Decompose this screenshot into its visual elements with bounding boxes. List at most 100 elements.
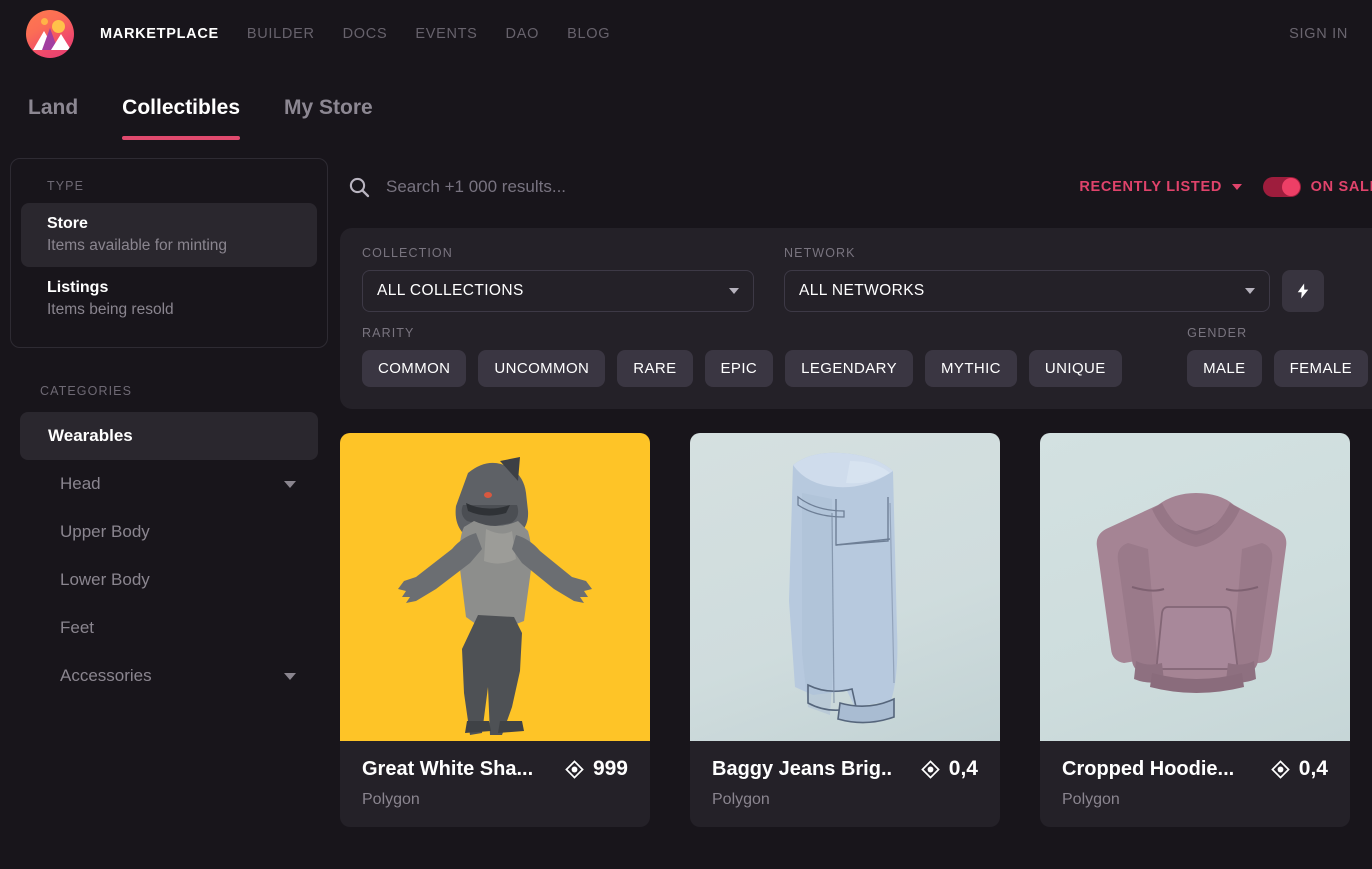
item-card-price-value: 999: [593, 757, 628, 781]
sidebar-type-store-subtitle: Items available for minting: [47, 237, 317, 255]
item-card[interactable]: Cropped Hoodie... 0,4 Polygon: [1040, 433, 1350, 827]
sort-dropdown[interactable]: RECENTLY LISTED: [1079, 179, 1242, 195]
rarity-pill-unique[interactable]: UNIQUE: [1029, 350, 1122, 387]
tab-my-store[interactable]: My Store: [284, 72, 373, 146]
sidebar-category-head[interactable]: Head: [20, 460, 318, 508]
item-card-top-row: Baggy Jeans Brig... 0,4: [712, 757, 978, 781]
sidebar-type-store-title: Store: [47, 215, 317, 233]
rarity-pill-uncommon[interactable]: UNCOMMON: [478, 350, 605, 387]
nav-link-builder[interactable]: BUILDER: [247, 26, 315, 42]
item-card-body: Baggy Jeans Brig... 0,4 Polygon: [690, 741, 1000, 827]
collection-select[interactable]: ALL COLLECTIONS: [362, 270, 754, 312]
item-card-image: [690, 433, 1000, 741]
collection-filter: COLLECTION ALL COLLECTIONS: [362, 246, 754, 312]
network-select[interactable]: ALL NETWORKS: [784, 270, 1270, 312]
sidebar-type-listings-title: Listings: [47, 279, 317, 297]
gender-pill-female[interactable]: FEMALE: [1274, 350, 1368, 387]
item-card-title: Great White Sha...: [362, 758, 533, 781]
sidebar-type-store[interactable]: Store Items available for minting: [21, 203, 317, 267]
logo-triangle-right: [51, 34, 71, 50]
sidebar-type-listings-subtitle: Items being resold: [47, 301, 317, 319]
rarity-pill-epic[interactable]: EPIC: [705, 350, 774, 387]
shark-avatar-artwork: [340, 433, 650, 741]
sidebar-category-accessories[interactable]: Accessories: [20, 652, 318, 700]
on-sale-switch[interactable]: [1263, 177, 1301, 197]
chevron-down-icon: [1232, 184, 1242, 190]
mana-token-icon: [565, 760, 584, 779]
chevron-down-icon: [284, 673, 296, 680]
item-card-price: 999: [565, 757, 628, 781]
collection-select-value: ALL COLLECTIONS: [377, 282, 524, 300]
section-tabs: Land Collectibles My Store: [0, 68, 1372, 150]
mana-token-icon: [1271, 760, 1290, 779]
sidebar-category-accessories-label: Accessories: [60, 666, 152, 686]
filters-row-selects: COLLECTION ALL COLLECTIONS NETWORK ALL N…: [362, 246, 1368, 312]
on-sale-switch-knob: [1282, 178, 1300, 196]
nav-link-docs[interactable]: DOCS: [343, 26, 388, 42]
item-card-network: Polygon: [362, 791, 628, 809]
sidebar-category-lower-body-label: Lower Body: [60, 570, 150, 590]
sort-dropdown-label: RECENTLY LISTED: [1079, 179, 1222, 195]
gender-pills: MALE FEMALE: [1187, 350, 1368, 387]
logo-circle: [26, 10, 74, 58]
search-input[interactable]: [386, 177, 986, 197]
sidebar-category-upper-body[interactable]: Upper Body: [20, 508, 318, 556]
logo-small-sun-icon: [41, 18, 48, 25]
item-card-price: 0,4: [921, 757, 978, 781]
item-card-network: Polygon: [1062, 791, 1328, 809]
rarity-pill-common[interactable]: COMMON: [362, 350, 466, 387]
main-content: RECENTLY LISTED ON SALE COLLECTION ALL C…: [340, 150, 1372, 827]
mana-token-icon: [921, 760, 940, 779]
gender-pill-male[interactable]: MALE: [1187, 350, 1261, 387]
cropped-hoodie-artwork: [1040, 433, 1350, 741]
filters-row-pills: RARITY COMMON UNCOMMON RARE EPIC LEGENDA…: [362, 326, 1368, 387]
sign-in-button[interactable]: SIGN IN: [1289, 26, 1348, 42]
item-card-image: [1040, 433, 1350, 741]
item-card-grid: Great White Sha... 999 Polygon: [340, 433, 1372, 827]
rarity-filter: RARITY COMMON UNCOMMON RARE EPIC LEGENDA…: [362, 326, 1134, 387]
nav-link-dao[interactable]: DAO: [506, 26, 540, 42]
nav-link-blog[interactable]: BLOG: [567, 26, 610, 42]
top-navigation-bar: MARKETPLACE BUILDER DOCS EVENTS DAO BLOG…: [0, 0, 1372, 68]
categories-section-label: CATEGORIES: [40, 384, 340, 398]
item-card-body: Cropped Hoodie... 0,4 Polygon: [1040, 741, 1350, 827]
on-sale-toggle[interactable]: ON SALE: [1263, 177, 1372, 197]
filters-panel: COLLECTION ALL COLLECTIONS NETWORK ALL N…: [340, 228, 1372, 409]
network-select-value: ALL NETWORKS: [799, 282, 925, 300]
logo-base: [30, 49, 70, 54]
lightning-bolt-icon: [1294, 282, 1312, 300]
rarity-pills: COMMON UNCOMMON RARE EPIC LEGENDARY MYTH…: [362, 350, 1134, 387]
sidebar-category-wearables[interactable]: Wearables: [20, 412, 318, 460]
rarity-pill-rare[interactable]: RARE: [617, 350, 692, 387]
lightning-bolt-button[interactable]: [1282, 270, 1324, 312]
decentraland-logo[interactable]: [26, 10, 74, 58]
rarity-filter-label: RARITY: [362, 326, 1134, 340]
item-card-top-row: Cropped Hoodie... 0,4: [1062, 757, 1328, 781]
sidebar-category-feet[interactable]: Feet: [20, 604, 318, 652]
network-filter: NETWORK ALL NETWORKS: [784, 246, 1270, 312]
item-card-title: Baggy Jeans Brig...: [712, 758, 892, 781]
nav-link-events[interactable]: EVENTS: [415, 26, 477, 42]
item-card-image: [340, 433, 650, 741]
sidebar-category-wearables-label: Wearables: [48, 426, 133, 446]
type-filter-panel: TYPE Store Items available for minting L…: [10, 158, 328, 348]
tab-collectibles[interactable]: Collectibles: [122, 72, 240, 146]
item-card[interactable]: Baggy Jeans Brig... 0,4 Polygon: [690, 433, 1000, 827]
rarity-pill-mythic[interactable]: MYTHIC: [925, 350, 1017, 387]
item-card-price-value: 0,4: [1299, 757, 1328, 781]
on-sale-label: ON SALE: [1311, 179, 1372, 195]
sidebar-category-head-label: Head: [60, 474, 101, 494]
item-card[interactable]: Great White Sha... 999 Polygon: [340, 433, 650, 827]
sidebar-category-lower-body[interactable]: Lower Body: [20, 556, 318, 604]
chevron-down-icon: [1245, 288, 1255, 294]
rarity-pill-legendary[interactable]: LEGENDARY: [785, 350, 913, 387]
tab-land[interactable]: Land: [28, 72, 78, 146]
item-card-top-row: Great White Sha... 999: [362, 757, 628, 781]
baggy-jeans-artwork: [690, 433, 1000, 741]
item-card-price-value: 0,4: [949, 757, 978, 781]
search-icon: [348, 176, 370, 198]
gender-filter-label: GENDER: [1187, 326, 1368, 340]
nav-link-marketplace[interactable]: MARKETPLACE: [100, 26, 219, 42]
sidebar-type-listings[interactable]: Listings Items being resold: [21, 267, 317, 331]
item-card-network: Polygon: [712, 791, 978, 809]
